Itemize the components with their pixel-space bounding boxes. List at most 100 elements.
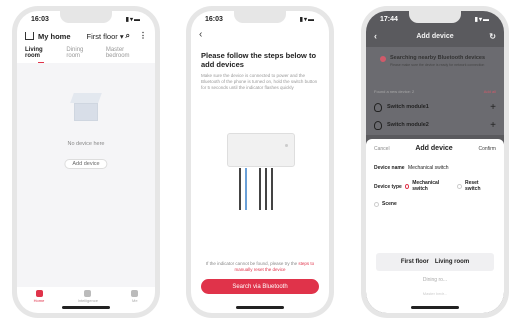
refresh-icon[interactable]: ↻ (489, 32, 496, 41)
status-bar: 17:44 ▮▾▬ (366, 11, 504, 27)
add-device-sheet: Cancel Add device Confirm Device name Me… (366, 139, 504, 313)
home-indicator (62, 306, 110, 309)
add-all-link[interactable]: Add all (484, 89, 496, 94)
home-tab-icon (35, 290, 43, 297)
tab-intelligence[interactable]: Intelligence (78, 290, 98, 303)
intelligence-tab-icon (84, 290, 92, 297)
scanning-banner: Searching nearby Bluetooth devices Pleas… (380, 55, 496, 67)
home-title[interactable]: My home (38, 32, 71, 41)
wire (265, 168, 267, 210)
back-icon[interactable]: ‹ (374, 31, 377, 41)
phone-frame-instructions: 16:03 ▮▾▬ ‹ Please follow the steps belo… (186, 6, 334, 318)
tab-living-room[interactable]: Living room (25, 47, 57, 63)
status-time: 16:03 (205, 15, 223, 23)
wire (271, 168, 273, 210)
scanning-subtext: Please make sure the device is ready for… (390, 63, 485, 67)
search-bluetooth-button[interactable]: Search via Bluetooth (201, 279, 319, 294)
add-device-button[interactable]: Add device (64, 159, 108, 169)
page-title: Add device (416, 32, 454, 40)
device-type-row: Device type Mechanical switch Reset swit… (374, 180, 498, 192)
add-device-header: ‹ Add device ↻ (374, 29, 496, 43)
status-bar: 16:03 ▮▾▬ (191, 11, 329, 27)
instructions-screen: 16:03 ▮▾▬ ‹ Please follow the steps belo… (191, 11, 329, 313)
type-option-reset[interactable]: Reset switch (457, 180, 492, 192)
status-time: 16:03 (31, 15, 49, 23)
tab-home-label: Home (33, 298, 45, 303)
radio-icon (457, 184, 462, 189)
picker-option[interactable]: Master bedr... (366, 291, 504, 296)
empty-state-text: No device here (67, 141, 105, 147)
type-option-label: Mechanical switch (412, 180, 440, 192)
indicator-led (285, 144, 288, 147)
room-picker[interactable]: First floor Living room (376, 253, 494, 271)
bottom-tab-bar: Home Intelligence Me (17, 290, 155, 303)
phone-frame-home: 16:03 ▮▾▬ My home First floor ▾ ⌕ ⋮ Livi… (12, 6, 160, 318)
scene-row[interactable]: Scene (374, 201, 498, 207)
home-header: My home First floor ▾ ⌕ ⋮ (25, 29, 147, 43)
reset-note: If the indicator cannot be found, please… (201, 261, 319, 273)
device-name-row: Device name Mechanical switch (374, 165, 498, 171)
signal-wifi-battery-icon: ▮▾▬ (299, 16, 315, 23)
back-icon[interactable]: ‹ (199, 29, 202, 40)
me-tab-icon (131, 290, 139, 297)
add-icon[interactable]: + (490, 102, 496, 113)
scene-label: Scene (382, 201, 397, 207)
cancel-button[interactable]: Cancel (374, 146, 390, 152)
add-icon[interactable]: + (490, 120, 496, 131)
signal-wifi-battery-icon: ▮▾▬ (125, 16, 141, 23)
reset-note-text: If the indicator cannot be found, please… (205, 261, 298, 266)
device-name-label: Device name (374, 165, 405, 171)
picker-floor: First floor (400, 259, 429, 265)
phone-frame-add-device: 17:44 ▮▾▬ ‹ Add device ↻ Searching nearb… (361, 6, 509, 318)
wire (245, 168, 247, 210)
signal-wifi-battery-icon: ▮▾▬ (474, 16, 490, 23)
bluetooth-scan-icon (380, 56, 386, 62)
add-device-screen: 17:44 ▮▾▬ ‹ Add device ↻ Searching nearb… (366, 11, 504, 313)
floor-selector[interactable]: First floor ▾ (87, 32, 124, 41)
room-tabs: Living room Dining room Master bedroom (25, 47, 147, 63)
tab-master-bedroom[interactable]: Master bedroom (106, 47, 147, 59)
tab-home[interactable]: Home (33, 290, 45, 303)
more-icon[interactable]: ⋮ (139, 31, 147, 41)
radio-icon (374, 201, 379, 207)
switch-module-illustration (227, 133, 295, 167)
scanning-text: Searching nearby Bluetooth devices (390, 55, 486, 61)
home-indicator (411, 306, 459, 309)
found-count: Found a new device: 2 (374, 89, 415, 94)
instructions-text: Make sure the device is connected to pow… (201, 73, 318, 90)
home-screen: 16:03 ▮▾▬ My home First floor ▾ ⌕ ⋮ Livi… (17, 11, 155, 313)
home-icon (25, 32, 34, 40)
confirm-button[interactable]: Confirm (478, 146, 496, 152)
page-title: Please follow the steps below to add dev… (201, 51, 317, 69)
device-type-label: Device type (374, 183, 402, 190)
tab-me[interactable]: Me (131, 290, 139, 303)
box-lid (70, 93, 102, 103)
search-icon[interactable]: ⌕ (126, 31, 130, 41)
status-bar: 16:03 ▮▾▬ (17, 11, 155, 27)
tab-dining-room[interactable]: Dining room (66, 47, 96, 59)
list-item[interactable]: Switch module1 + (374, 99, 496, 115)
switch-name: Switch module1 (387, 104, 429, 110)
status-time: 17:44 (380, 15, 398, 23)
home-indicator (236, 306, 284, 309)
bulb-icon (374, 102, 382, 112)
list-item[interactable]: Switch module2 + (374, 117, 496, 133)
tab-intelligence-label: Intelligence (77, 298, 98, 303)
picker-room: Living room (434, 259, 470, 265)
type-option-mechanical[interactable]: Mechanical switch (404, 180, 452, 192)
wires-illustration (237, 168, 287, 210)
tab-me-label: Me (132, 298, 138, 303)
empty-box-icon (68, 93, 104, 123)
type-option-label: Reset switch (464, 180, 481, 192)
picker-option[interactable]: Dining ro... (366, 277, 504, 283)
switch-name: Switch module2 (387, 122, 429, 128)
box-body (74, 103, 98, 121)
device-name-field[interactable]: Mechanical switch (408, 165, 449, 171)
sheet-header: Cancel Add device Confirm (374, 145, 496, 152)
radio-selected-icon (404, 184, 410, 189)
found-devices-row: Found a new device: 2 Add all (374, 89, 496, 94)
wire (239, 168, 241, 210)
wire (259, 168, 261, 210)
bulb-icon (374, 120, 382, 130)
floor-selector-label: First floor (86, 31, 118, 41)
